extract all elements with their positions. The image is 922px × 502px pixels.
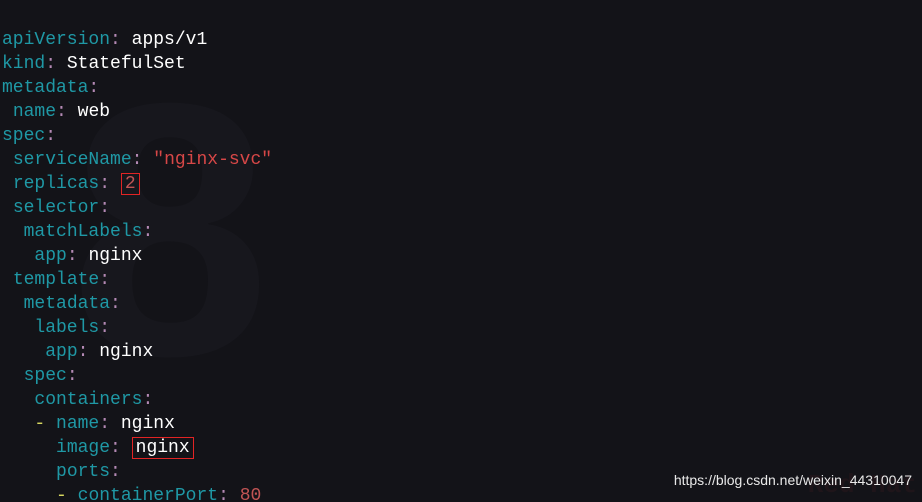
key-container-name: name xyxy=(56,414,99,434)
value-replicas-boxed: 2 xyxy=(121,173,140,195)
colon: : xyxy=(110,462,121,482)
colon: : xyxy=(99,414,110,434)
key-selector: selector xyxy=(13,198,99,218)
colon: : xyxy=(56,102,67,122)
yaml-code-block: apiVersion: apps/v1 kind: StatefulSet me… xyxy=(0,0,922,502)
value-apiVersion: apps/v1 xyxy=(132,30,208,50)
colon: : xyxy=(99,174,110,194)
key-template-labels-app: app xyxy=(45,342,77,362)
value-container-name: nginx xyxy=(121,414,175,434)
value-container-image-boxed: nginx xyxy=(132,437,194,459)
key-container-ports: ports xyxy=(56,462,110,482)
key-template-spec: spec xyxy=(24,366,67,386)
colon: : xyxy=(99,270,110,290)
colon: : xyxy=(110,294,121,314)
value-kind: StatefulSet xyxy=(67,54,186,74)
key-container-image: image xyxy=(56,438,110,458)
key-matchLabels-app: app xyxy=(34,246,66,266)
key-metadata-name: name xyxy=(13,102,56,122)
value-matchLabels-app: nginx xyxy=(88,246,142,266)
key-replicas: replicas xyxy=(13,174,99,194)
key-apiVersion: apiVersion xyxy=(2,30,110,50)
colon: : xyxy=(110,438,121,458)
value-template-labels-app: nginx xyxy=(99,342,153,362)
key-kind: kind xyxy=(2,54,45,74)
key-spec: spec xyxy=(2,126,45,146)
colon: : xyxy=(67,366,78,386)
value-metadata-name: web xyxy=(78,102,110,122)
key-matchLabels: matchLabels xyxy=(24,222,143,242)
colon: : xyxy=(142,222,153,242)
colon: : xyxy=(78,342,89,362)
key-template-metadata: metadata xyxy=(24,294,110,314)
colon: : xyxy=(142,390,153,410)
colon: : xyxy=(67,246,78,266)
key-template: template xyxy=(13,270,99,290)
colon: : xyxy=(99,318,110,338)
source-watermark: https://blog.csdn.net/weixin_44310047 xyxy=(674,468,912,492)
colon: : xyxy=(45,126,56,146)
colon: : xyxy=(45,54,56,74)
key-template-labels: labels xyxy=(34,318,99,338)
colon: : xyxy=(218,486,229,502)
key-containers: containers xyxy=(34,390,142,410)
colon: : xyxy=(132,150,143,170)
value-serviceName: "nginx-svc" xyxy=(153,150,272,170)
dash-containers: - xyxy=(34,414,45,434)
colon: : xyxy=(99,198,110,218)
key-metadata: metadata xyxy=(2,78,88,98)
value-containerPort: 80 xyxy=(240,486,262,502)
dash-ports: - xyxy=(56,486,67,502)
colon: : xyxy=(110,30,121,50)
key-serviceName: serviceName xyxy=(13,150,132,170)
key-containerPort: containerPort xyxy=(78,486,218,502)
colon: : xyxy=(88,78,99,98)
